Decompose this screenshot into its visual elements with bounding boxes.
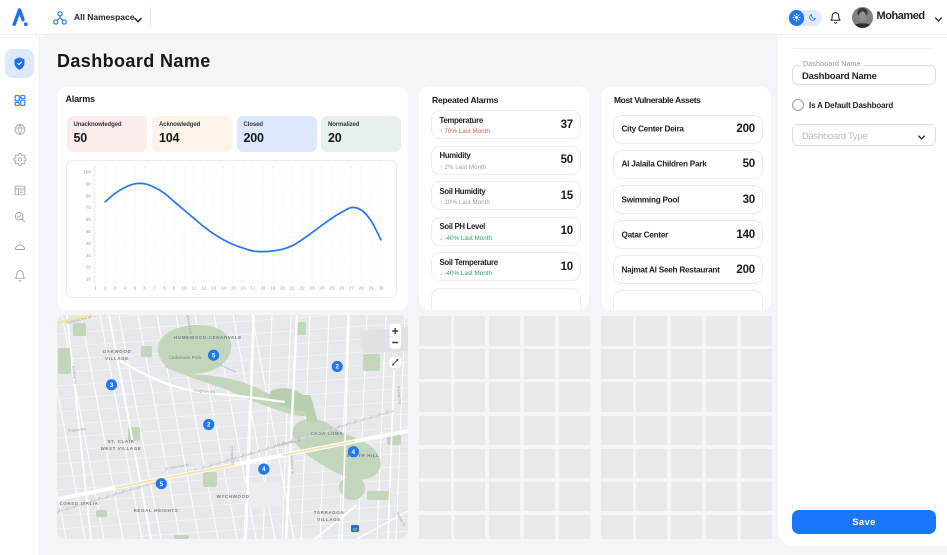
svg-text:OAKWOOD: OAKWOOD bbox=[103, 349, 132, 354]
svg-text:23: 23 bbox=[309, 286, 315, 291]
svg-text:4: 4 bbox=[262, 466, 266, 473]
svg-text:24: 24 bbox=[319, 286, 325, 291]
svg-text:18: 18 bbox=[260, 286, 266, 291]
svg-text:ST. CLAIR: ST. CLAIR bbox=[108, 439, 135, 444]
svg-text:5: 5 bbox=[134, 286, 137, 291]
svg-text:80: 80 bbox=[86, 193, 92, 198]
svg-text:17: 17 bbox=[250, 286, 256, 291]
svg-text:2: 2 bbox=[104, 286, 107, 291]
svg-text:30: 30 bbox=[378, 286, 384, 291]
svg-text:20: 20 bbox=[280, 286, 286, 291]
svg-text:70: 70 bbox=[86, 205, 92, 210]
svg-text:27: 27 bbox=[349, 286, 355, 291]
svg-text:5: 5 bbox=[212, 352, 216, 359]
svg-text:25: 25 bbox=[329, 286, 335, 291]
svg-text:28: 28 bbox=[359, 286, 365, 291]
svg-text:14: 14 bbox=[221, 286, 227, 291]
svg-text:90: 90 bbox=[86, 181, 92, 186]
svg-text:100: 100 bbox=[83, 170, 91, 175]
svg-text:1: 1 bbox=[94, 286, 97, 291]
svg-text:12: 12 bbox=[353, 526, 358, 531]
svg-text:3: 3 bbox=[114, 286, 117, 291]
svg-text:CORSO ITALIA: CORSO ITALIA bbox=[59, 501, 98, 506]
svg-text:10: 10 bbox=[182, 286, 188, 291]
svg-text:2: 2 bbox=[207, 422, 211, 429]
svg-text:TARRAGON: TARRAGON bbox=[314, 510, 344, 515]
svg-text:4: 4 bbox=[352, 449, 356, 456]
svg-text:VILLAGE: VILLAGE bbox=[317, 517, 341, 522]
svg-text:Cedarvale Park: Cedarvale Park bbox=[168, 355, 202, 360]
svg-text:21: 21 bbox=[290, 286, 296, 291]
svg-text:7: 7 bbox=[153, 286, 156, 291]
svg-text:19: 19 bbox=[270, 286, 276, 291]
svg-text:60: 60 bbox=[86, 217, 92, 222]
svg-text:12: 12 bbox=[201, 286, 207, 291]
svg-text:22: 22 bbox=[300, 286, 306, 291]
svg-text:16: 16 bbox=[241, 286, 247, 291]
svg-text:26: 26 bbox=[339, 286, 345, 291]
svg-text:29: 29 bbox=[368, 286, 374, 291]
svg-text:WEST VILLAGE: WEST VILLAGE bbox=[101, 446, 142, 451]
svg-text:50: 50 bbox=[86, 229, 92, 234]
svg-text:3: 3 bbox=[110, 382, 114, 389]
svg-text:HUMEWOOD-CEDARVALE: HUMEWOOD-CEDARVALE bbox=[174, 335, 242, 340]
svg-text:11: 11 bbox=[192, 286, 197, 291]
svg-text:8: 8 bbox=[163, 286, 166, 291]
svg-text:40: 40 bbox=[86, 241, 92, 246]
svg-text:20: 20 bbox=[86, 265, 92, 270]
svg-text:VILLAGE: VILLAGE bbox=[105, 356, 129, 361]
svg-text:REGAL HEIGHTS:: REGAL HEIGHTS: bbox=[134, 508, 181, 513]
svg-text:30: 30 bbox=[86, 253, 92, 258]
svg-text:2: 2 bbox=[335, 364, 339, 371]
svg-text:CASA LOMA: CASA LOMA bbox=[311, 431, 344, 436]
svg-text:6: 6 bbox=[143, 286, 146, 291]
svg-text:10: 10 bbox=[86, 277, 92, 282]
svg-text:13: 13 bbox=[211, 286, 217, 291]
svg-text:5: 5 bbox=[160, 481, 164, 488]
svg-text:WYCHWOOD: WYCHWOOD bbox=[216, 494, 249, 499]
svg-text:4: 4 bbox=[124, 286, 127, 291]
svg-text:9: 9 bbox=[173, 286, 176, 291]
svg-text:15: 15 bbox=[231, 286, 237, 291]
